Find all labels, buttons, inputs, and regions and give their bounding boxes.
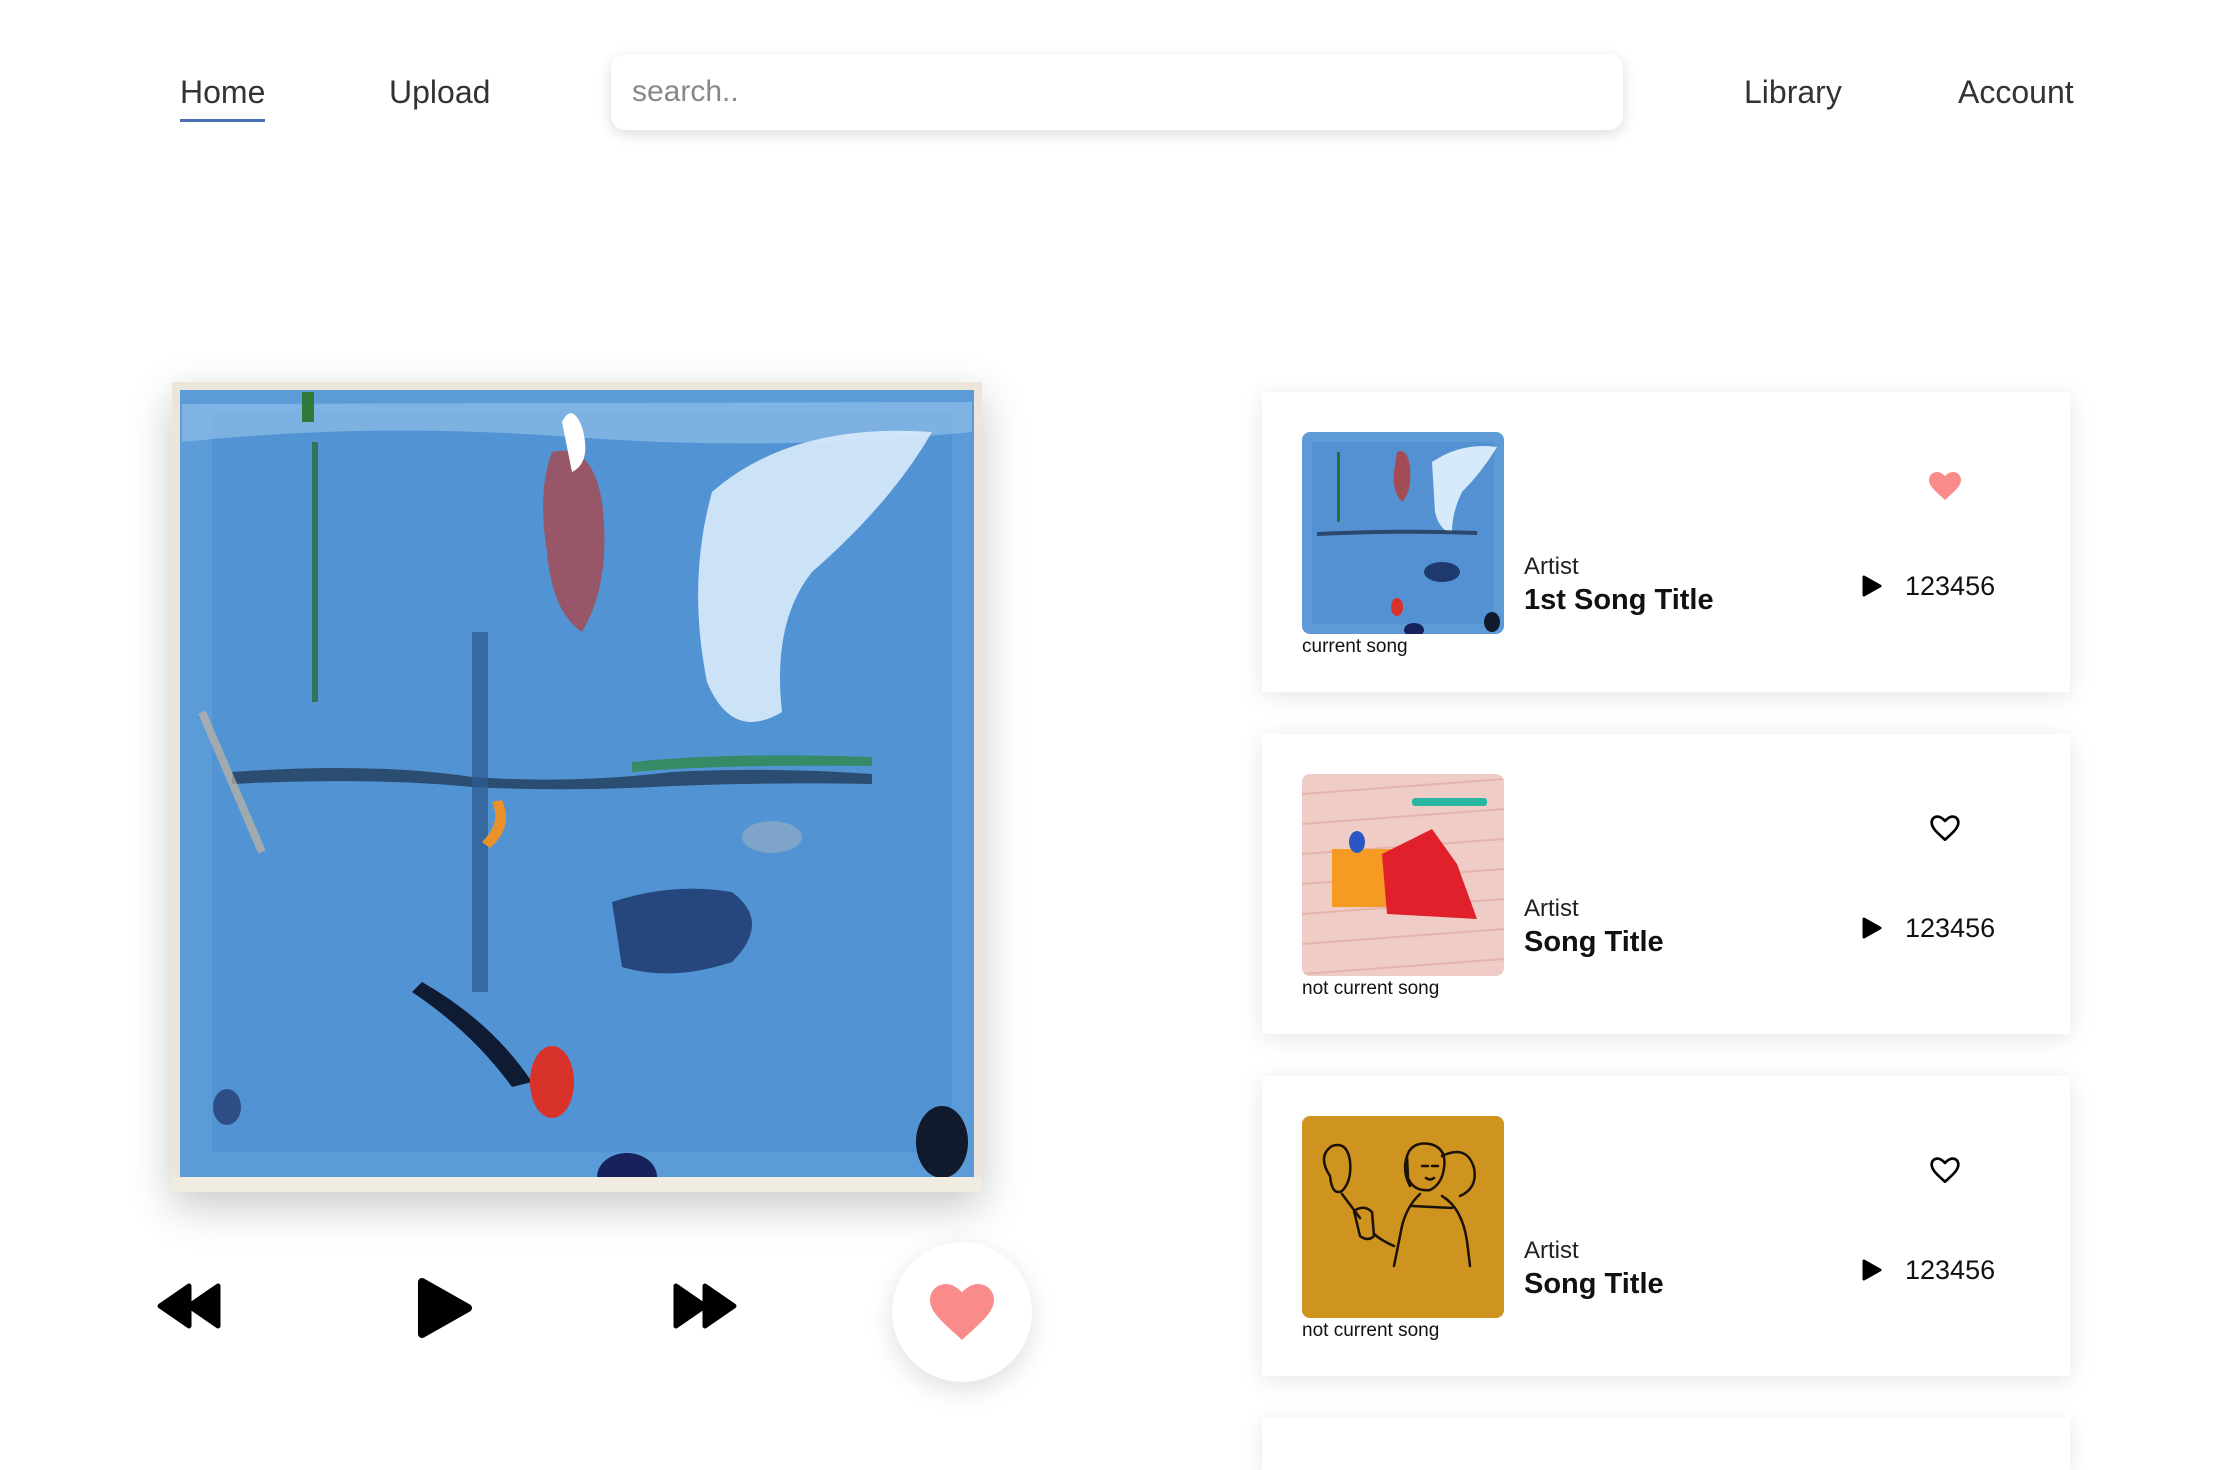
play-icon <box>418 1278 472 1338</box>
song-thumbnail <box>1302 774 1504 976</box>
song-title: 1st Song Title <box>1524 584 1714 616</box>
song-status: current song <box>1302 636 1408 657</box>
song-title: Song Title <box>1524 926 1664 958</box>
now-playing-artwork <box>172 382 982 1192</box>
nav-upload-link[interactable]: Upload <box>389 72 490 112</box>
song-artist: Artist <box>1524 895 1579 922</box>
song-status: not current song <box>1302 978 1440 999</box>
song-title: Song Title <box>1524 1268 1664 1300</box>
fast-forward-icon <box>673 1283 737 1329</box>
song-card-2[interactable]: not current song Artist Song Title 12345… <box>1262 734 2070 1034</box>
heart-outline-icon <box>1930 815 1960 842</box>
like-button[interactable] <box>892 1242 1032 1382</box>
song-play-button[interactable] <box>1861 1258 1883 1287</box>
heart-outline-icon <box>1930 1157 1960 1184</box>
play-icon <box>1862 1259 1882 1281</box>
search-bar <box>611 54 1623 130</box>
heart-icon <box>930 1284 994 1340</box>
play-icon <box>1862 575 1882 597</box>
nav-account-link[interactable]: Account <box>1958 72 2074 112</box>
song-thumbnail <box>1302 432 1504 634</box>
song-play-button[interactable] <box>1861 574 1883 603</box>
rewind-button[interactable] <box>156 1282 222 1330</box>
search-input[interactable] <box>611 54 1623 130</box>
song-like-button[interactable] <box>1929 1156 1961 1189</box>
song-card-3[interactable]: not current song Artist Song Title 12345… <box>1262 1076 2070 1376</box>
play-button[interactable] <box>414 1276 474 1340</box>
song-like-button[interactable] <box>1929 814 1961 847</box>
nav-library-link[interactable]: Library <box>1744 72 1842 112</box>
song-play-count: 123456 <box>1905 913 1996 943</box>
song-like-button[interactable] <box>1929 472 1961 505</box>
heart-filled-icon <box>1929 472 1961 500</box>
fast-forward-button[interactable] <box>672 1282 738 1330</box>
song-status: not current song <box>1302 1320 1440 1341</box>
song-card-1[interactable]: current song Artist 1st Song Title 12345… <box>1262 392 2070 692</box>
song-artist: Artist <box>1524 1237 1579 1264</box>
nav-home-link[interactable]: Home <box>180 72 266 122</box>
play-icon <box>1862 917 1882 939</box>
song-artist: Artist <box>1524 553 1579 580</box>
song-play-button[interactable] <box>1861 916 1883 945</box>
rewind-icon <box>157 1283 221 1329</box>
song-play-count: 123456 <box>1905 1255 1996 1285</box>
song-card-4[interactable] <box>1262 1418 2070 1470</box>
song-play-count: 123456 <box>1905 571 1996 601</box>
song-thumbnail <box>1302 1116 1504 1318</box>
